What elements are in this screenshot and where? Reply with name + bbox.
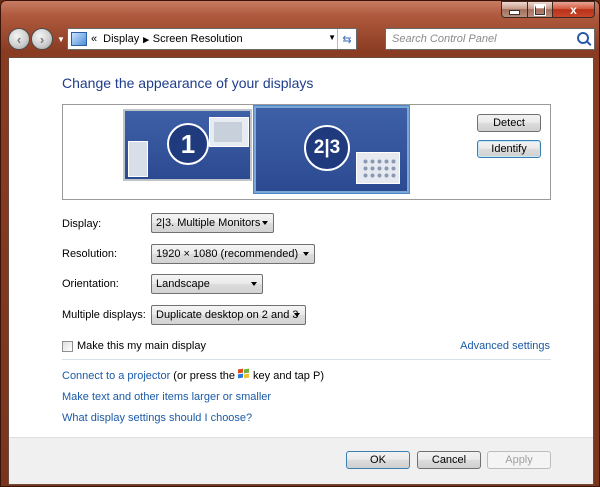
- text-size-link[interactable]: Make text and other items larger or smal…: [62, 391, 271, 403]
- display-select-value: 2|3. Multiple Monitors: [156, 217, 261, 229]
- projector-row: Connect to a projector (or press the key …: [62, 368, 324, 382]
- multiple-displays-select-value: Duplicate desktop on 2 and 3: [156, 309, 299, 321]
- close-button[interactable]: x: [552, 1, 595, 18]
- projector-hint-suffix: key and tap P): [253, 370, 324, 382]
- breadcrumb-separator-icon[interactable]: ▸: [143, 33, 149, 46]
- monitor-1[interactable]: 1: [123, 109, 252, 181]
- screen-resolution-window: x ‹ › ▼ « Display ▸ Screen Resolution ▼ …: [0, 0, 600, 487]
- page-title: Change the appearance of your displays: [62, 75, 314, 91]
- mini-window-icon: [209, 117, 249, 147]
- apply-button[interactable]: Apply: [487, 451, 551, 469]
- resolution-select-value: 1920 × 1080 (recommended): [156, 248, 299, 260]
- connect-projector-link[interactable]: Connect to a projector: [62, 370, 170, 382]
- display-select[interactable]: 2|3. Multiple Monitors: [151, 213, 274, 233]
- caption-buttons: x: [501, 1, 595, 18]
- content-area: Change the appearance of your displays 1…: [8, 57, 594, 485]
- close-icon: x: [570, 2, 577, 17]
- address-bar[interactable]: « Display ▸ Screen Resolution ▼ ⇆: [67, 28, 357, 50]
- minimize-button[interactable]: [501, 1, 527, 18]
- chevron-down-icon: [262, 221, 268, 225]
- resolution-select[interactable]: 1920 × 1080 (recommended): [151, 244, 315, 264]
- breadcrumb-display[interactable]: Display: [103, 33, 139, 45]
- main-display-checkbox-row[interactable]: Make this my main display: [62, 340, 206, 352]
- resolution-label: Resolution:: [62, 248, 118, 260]
- chevron-down-icon: [251, 282, 257, 286]
- monitor-2-3[interactable]: 2|3: [254, 106, 409, 193]
- forward-button[interactable]: ›: [31, 28, 53, 50]
- control-panel-icon: [71, 32, 87, 46]
- address-dropdown-icon[interactable]: ▼: [328, 33, 336, 42]
- main-display-label[interactable]: Make this my main display: [77, 340, 206, 352]
- orientation-select-value: Landscape: [156, 278, 210, 290]
- orientation-select[interactable]: Landscape: [151, 274, 263, 294]
- main-display-checkbox[interactable]: [62, 340, 73, 352]
- recent-pages-dropdown[interactable]: ▼: [57, 35, 65, 44]
- projector-hint-prefix: (or press the: [170, 370, 236, 382]
- multiple-displays-select[interactable]: Duplicate desktop on 2 and 3: [151, 305, 306, 325]
- windows-logo-icon: [238, 368, 250, 380]
- detect-button[interactable]: Detect: [477, 114, 541, 132]
- search-input[interactable]: [390, 32, 574, 46]
- refresh-icon[interactable]: ⇆: [337, 29, 356, 49]
- cancel-button[interactable]: Cancel: [417, 451, 481, 469]
- ok-button[interactable]: OK: [346, 451, 410, 469]
- monitor-preview: 1 2|3 Detect Identify: [62, 104, 551, 200]
- advanced-settings-link[interactable]: Advanced settings: [460, 340, 550, 352]
- maximize-button[interactable]: [527, 1, 552, 18]
- monitor-1-number: 1: [167, 123, 209, 165]
- mini-sidebar-icon: [128, 141, 148, 177]
- navigation-bar: ‹ › ▼ « Display ▸ Screen Resolution ▼ ⇆: [7, 26, 595, 54]
- grid-icon: [362, 158, 396, 180]
- minimize-icon: [509, 10, 520, 15]
- breadcrumb-screen-resolution[interactable]: Screen Resolution: [153, 33, 243, 45]
- back-button[interactable]: ‹: [8, 28, 30, 50]
- monitor-2-3-number: 2|3: [304, 125, 350, 171]
- back-arrow-icon: ‹: [16, 31, 22, 47]
- maximize-icon: [534, 3, 546, 16]
- chevron-down-icon: [294, 313, 300, 317]
- breadcrumb-overflow[interactable]: «: [91, 33, 97, 45]
- identify-button[interactable]: Identify: [477, 140, 541, 158]
- forward-arrow-icon: ›: [39, 31, 45, 47]
- divider: [62, 359, 551, 360]
- orientation-label: Orientation:: [62, 278, 119, 290]
- multiple-displays-label: Multiple displays:: [62, 309, 146, 321]
- dialog-footer: OK Cancel Apply: [9, 437, 593, 484]
- search-box[interactable]: [385, 28, 595, 50]
- display-settings-help-link[interactable]: What display settings should I choose?: [62, 412, 252, 424]
- chevron-down-icon: ▼: [57, 35, 65, 44]
- search-icon[interactable]: [577, 32, 589, 44]
- display-label: Display:: [62, 218, 102, 230]
- chevron-down-icon: [303, 252, 309, 256]
- mini-control-panel-icon: [356, 152, 400, 184]
